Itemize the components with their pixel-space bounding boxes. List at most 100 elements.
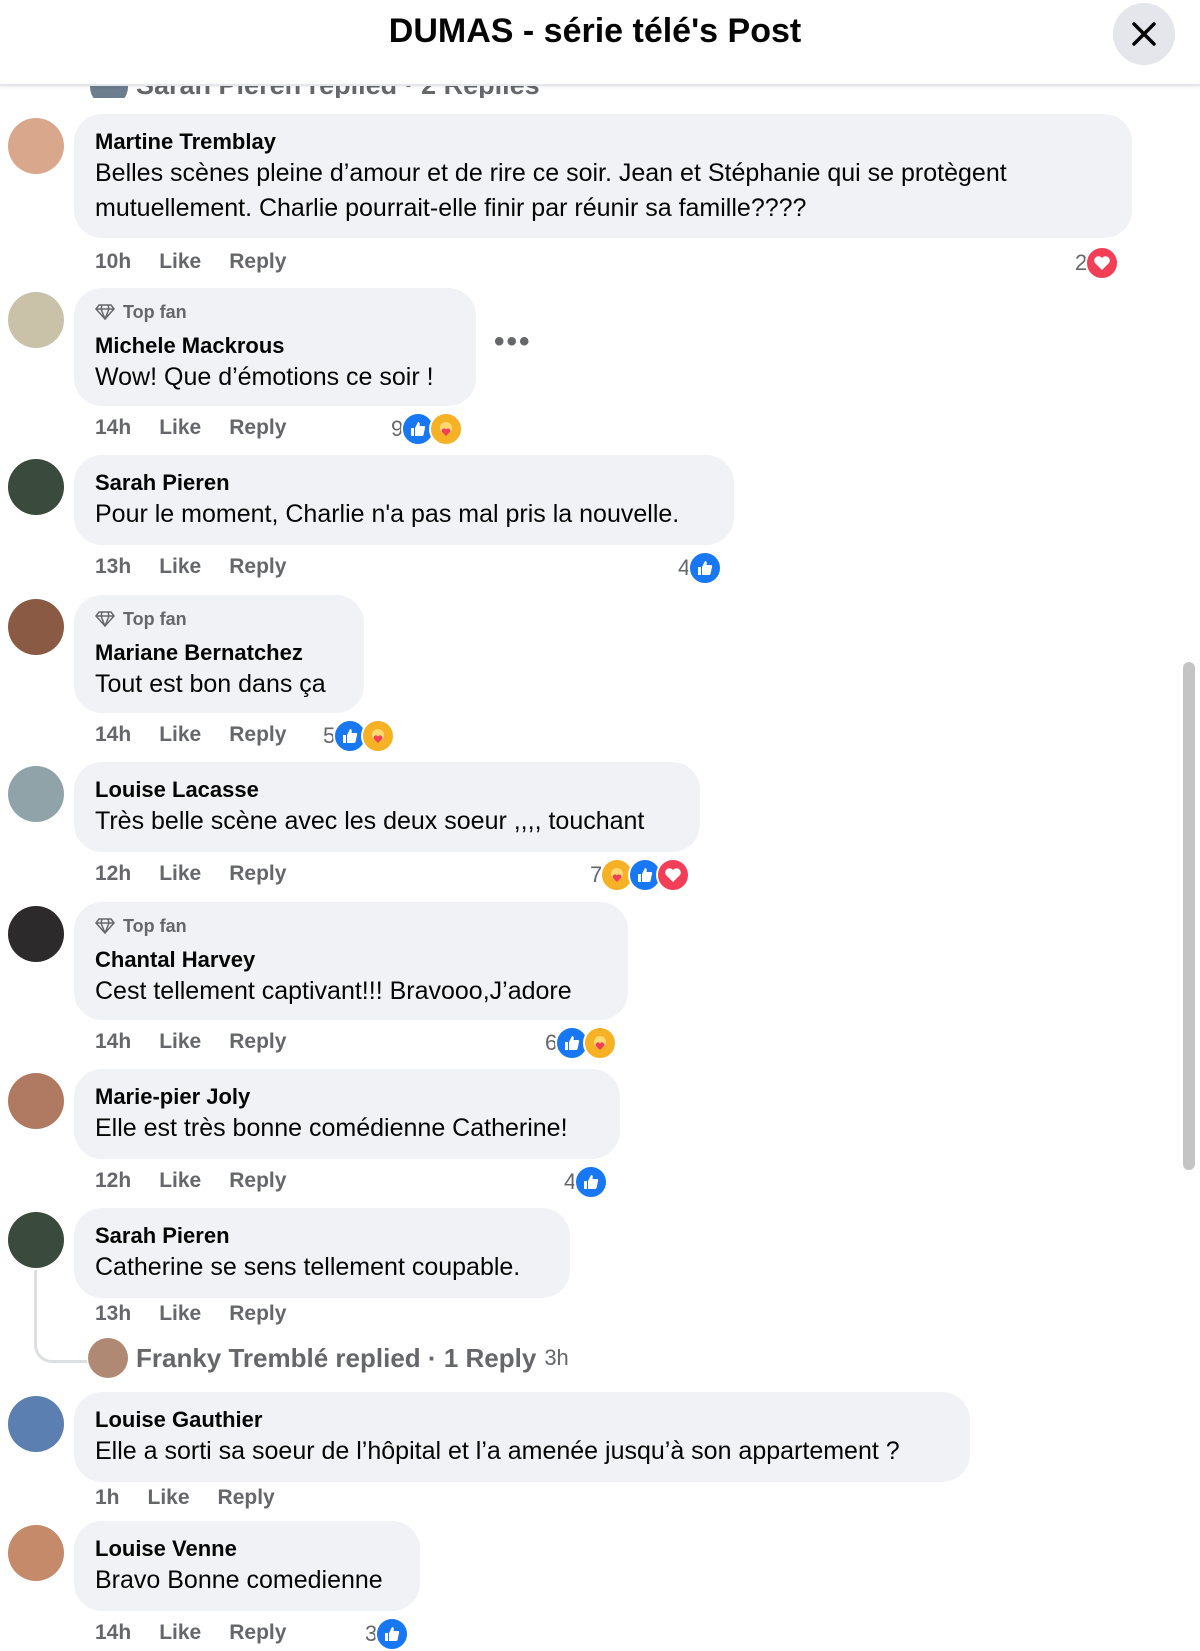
comment-bubble: Top fan Chantal Harvey Cest tellement ca… bbox=[74, 902, 628, 1020]
comment-actions: 12h Like Reply bbox=[95, 1169, 286, 1193]
thread-connector bbox=[34, 1270, 87, 1363]
more-options-icon[interactable]: ••• bbox=[494, 325, 532, 359]
commenter-name[interactable]: Mariane Bernatchez bbox=[95, 639, 344, 667]
reply-button[interactable]: Reply bbox=[229, 1169, 286, 1193]
reply-button[interactable]: Reply bbox=[229, 723, 286, 747]
comment-time[interactable]: 13h bbox=[95, 1302, 131, 1326]
like-button[interactable]: Like bbox=[159, 1302, 201, 1326]
comment-bubble: Louise Gauthier Elle a sorti sa soeur de… bbox=[74, 1392, 970, 1482]
comment-text: Pour le moment, Charlie n'a pas mal pris… bbox=[95, 500, 680, 528]
post-title: DUMAS - série télé's Post bbox=[388, 12, 802, 50]
reaction-summary[interactable]: 5 bbox=[323, 719, 396, 753]
comment-actions: 13h Like Reply bbox=[95, 1302, 286, 1326]
comment-time[interactable]: 13h bbox=[95, 555, 131, 579]
commenter-name[interactable]: Chantal Harvey bbox=[95, 946, 608, 974]
comment-text: Tout est bon dans ça bbox=[95, 670, 326, 698]
avatar[interactable] bbox=[8, 459, 64, 515]
like-button[interactable]: Like bbox=[159, 1169, 201, 1193]
avatar[interactable] bbox=[8, 292, 64, 348]
love-reaction-icon bbox=[656, 858, 691, 892]
scrollbar[interactable] bbox=[1183, 662, 1195, 1170]
comment-bubble: Sarah Pieren Catherine se sens tellement… bbox=[74, 1208, 570, 1298]
reply-button[interactable]: Reply bbox=[229, 555, 286, 579]
commenter-name[interactable]: Marie-pier Joly bbox=[95, 1083, 600, 1111]
comment-text: Cest tellement captivant!!! Bravooo,J’ad… bbox=[95, 977, 572, 1005]
reaction-summary[interactable]: 4 bbox=[564, 1165, 609, 1199]
commenter-name[interactable]: Michele Mackrous bbox=[95, 332, 456, 360]
avatar[interactable] bbox=[8, 1073, 64, 1129]
top-fan-badge: Top fan bbox=[95, 607, 344, 631]
like-reaction-icon bbox=[688, 551, 723, 585]
reaction-summary[interactable]: 3 bbox=[365, 1617, 410, 1651]
comment-time[interactable]: 12h bbox=[95, 1169, 131, 1193]
like-button[interactable]: Like bbox=[148, 1486, 190, 1510]
comment-actions: 12h Like Reply bbox=[95, 862, 286, 886]
comment-bubble: Sarah Pieren Pour le moment, Charlie n'a… bbox=[74, 455, 734, 545]
comment-time[interactable]: 14h bbox=[95, 416, 131, 440]
close-icon bbox=[1132, 22, 1156, 46]
comment-time[interactable]: 14h bbox=[95, 1621, 131, 1645]
like-button[interactable]: Like bbox=[159, 1621, 201, 1645]
close-button[interactable] bbox=[1113, 3, 1175, 65]
commenter-name[interactable]: Martine Tremblay bbox=[95, 128, 1112, 156]
like-reaction-icon bbox=[574, 1165, 609, 1199]
comment-actions: 14h Like Reply bbox=[95, 1621, 286, 1645]
diamond-icon bbox=[95, 611, 115, 627]
commenter-name[interactable]: Louise Gauthier bbox=[95, 1406, 950, 1434]
like-button[interactable]: Like bbox=[159, 862, 201, 886]
comment-text: Très belle scène avec les deux soeur ,,,… bbox=[95, 807, 645, 835]
commenter-name[interactable]: Louise Lacasse bbox=[95, 776, 680, 804]
reply-button[interactable]: Reply bbox=[229, 1302, 286, 1326]
comment-bubble: Top fan Mariane Bernatchez Tout est bon … bbox=[74, 595, 364, 713]
comment-text: Belles scènes pleine d’amour et de rire … bbox=[95, 159, 1007, 222]
comment-text: Wow! Que d’émotions ce soir ! bbox=[95, 363, 434, 391]
like-button[interactable]: Like bbox=[159, 416, 201, 440]
comment-time[interactable]: 14h bbox=[95, 723, 131, 747]
reply-button[interactable]: Reply bbox=[229, 862, 286, 886]
comment-text: Bravo Bonne comedienne bbox=[95, 1566, 383, 1594]
avatar bbox=[88, 1338, 128, 1378]
post-header: DUMAS - série télé's Post bbox=[0, 0, 1200, 86]
comment-bubble: Louise Lacasse Très belle scène avec les… bbox=[74, 762, 700, 852]
like-button[interactable]: Like bbox=[159, 723, 201, 747]
comment-text: Elle a sorti sa soeur de l’hôpital et l’… bbox=[95, 1437, 900, 1465]
commenter-name[interactable]: Sarah Pieren bbox=[95, 469, 714, 497]
comment-time[interactable]: 14h bbox=[95, 1030, 131, 1054]
reaction-summary[interactable]: 6 bbox=[545, 1026, 618, 1060]
comment-bubble: Martine Tremblay Belles scènes pleine d’… bbox=[74, 114, 1132, 238]
reaction-summary[interactable]: 7 bbox=[590, 858, 691, 892]
avatar[interactable] bbox=[8, 118, 64, 174]
diamond-icon bbox=[95, 304, 115, 320]
like-button[interactable]: Like bbox=[159, 555, 201, 579]
reaction-summary[interactable]: 2 bbox=[1075, 246, 1120, 280]
avatar[interactable] bbox=[8, 1525, 64, 1581]
commenter-name[interactable]: Louise Venne bbox=[95, 1535, 400, 1563]
view-replies-link[interactable]: Franky Tremblé replied · 1 Reply 3h bbox=[88, 1338, 569, 1378]
avatar[interactable] bbox=[8, 906, 64, 962]
reply-button[interactable]: Reply bbox=[229, 1030, 286, 1054]
reply-button[interactable]: Reply bbox=[229, 1621, 286, 1645]
reaction-summary[interactable]: 9 bbox=[391, 412, 464, 446]
like-reaction-icon bbox=[375, 1617, 410, 1651]
comment-actions: 10h Like Reply bbox=[95, 250, 286, 274]
reply-time: 3h bbox=[544, 1345, 569, 1370]
comment-time[interactable]: 1h bbox=[95, 1486, 120, 1510]
commenter-name[interactable]: Sarah Pieren bbox=[95, 1222, 550, 1250]
reaction-summary[interactable]: 4 bbox=[678, 551, 723, 585]
comment-time[interactable]: 12h bbox=[95, 862, 131, 886]
avatar[interactable] bbox=[8, 599, 64, 655]
comment-text: Elle est très bonne comédienne Catherine… bbox=[95, 1114, 568, 1142]
like-button[interactable]: Like bbox=[159, 1030, 201, 1054]
comment-actions: 13h Like Reply bbox=[95, 555, 286, 579]
avatar[interactable] bbox=[8, 766, 64, 822]
reply-button[interactable]: Reply bbox=[229, 250, 286, 274]
like-button[interactable]: Like bbox=[159, 250, 201, 274]
reply-button[interactable]: Reply bbox=[218, 1486, 275, 1510]
top-fan-badge: Top fan bbox=[95, 914, 608, 938]
diamond-icon bbox=[95, 918, 115, 934]
care-reaction-icon bbox=[583, 1026, 618, 1060]
comment-time[interactable]: 10h bbox=[95, 250, 131, 274]
avatar[interactable] bbox=[8, 1396, 64, 1452]
avatar[interactable] bbox=[8, 1212, 64, 1268]
reply-button[interactable]: Reply bbox=[229, 416, 286, 440]
